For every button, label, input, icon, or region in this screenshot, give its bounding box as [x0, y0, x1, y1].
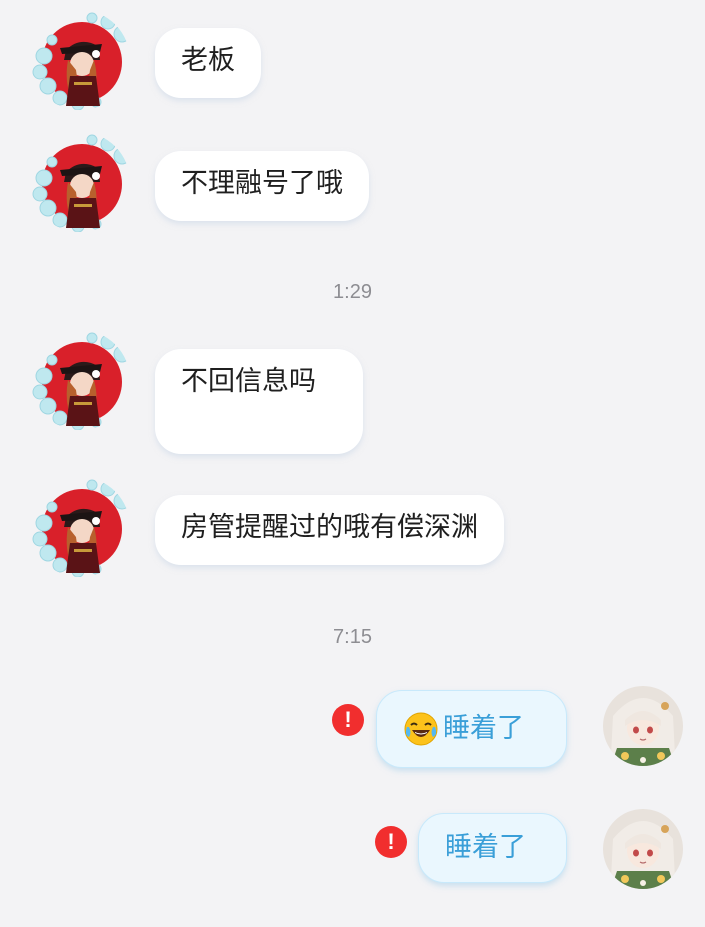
laughing-tears-emoji-icon	[403, 711, 439, 747]
incoming-message-bubble[interactable]: 不回信息吗	[155, 349, 363, 454]
message-text: 睡着了	[443, 713, 524, 744]
outgoing-message-bubble[interactable]: 睡着了	[376, 690, 567, 768]
timestamp: 1:29	[333, 281, 372, 303]
avatar-image	[30, 10, 130, 110]
avatar-image	[603, 809, 683, 889]
message-text: 老板	[181, 45, 235, 76]
exclamation-icon[interactable]: !	[332, 704, 364, 736]
chat-conversation: 老板 不理融号了哦 1:29 不回信息吗 房管提醒过的哦有偿深渊 7:15 !	[0, 0, 705, 927]
self-avatar[interactable]	[603, 686, 683, 766]
sender-avatar[interactable]	[30, 477, 130, 577]
avatar-image	[30, 477, 130, 577]
timestamp: 7:15	[333, 626, 372, 648]
self-avatar[interactable]	[603, 809, 683, 889]
incoming-message-bubble[interactable]: 老板	[155, 28, 261, 98]
incoming-message-bubble[interactable]: 房管提醒过的哦有偿深渊	[155, 495, 504, 565]
avatar-image	[603, 686, 683, 766]
message-text: 不理融号了哦	[181, 168, 343, 199]
sender-avatar[interactable]	[30, 330, 130, 430]
incoming-message-bubble[interactable]: 不理融号了哦	[155, 151, 369, 221]
message-text: 房管提醒过的哦有偿深渊	[181, 512, 478, 543]
outgoing-message-bubble[interactable]: 睡着了	[418, 813, 567, 883]
avatar-image	[30, 330, 130, 430]
exclamation-icon[interactable]: !	[375, 826, 407, 858]
message-text: 睡着了	[445, 832, 526, 863]
message-text: 不回信息吗	[181, 366, 316, 397]
sender-avatar[interactable]	[30, 10, 130, 110]
sender-avatar[interactable]	[30, 132, 130, 232]
avatar-image	[30, 132, 130, 232]
